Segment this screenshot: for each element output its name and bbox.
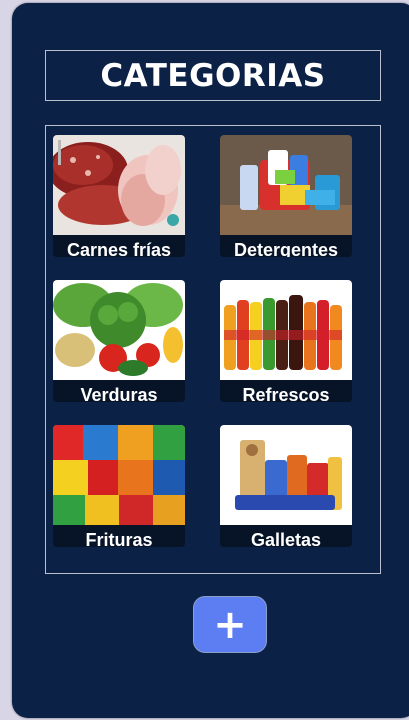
- vegetables-image: [53, 280, 185, 380]
- category-label: Galletas: [220, 525, 352, 547]
- title-box: CATEGORIAS: [45, 50, 381, 101]
- main-panel: CATEGORIAS Carnes frías Detergentes Verd…: [12, 3, 409, 718]
- category-label: Carnes frías: [53, 235, 185, 257]
- category-label: Verduras: [53, 380, 185, 402]
- category-card-detergentes[interactable]: Detergentes: [220, 135, 352, 257]
- category-label: Refrescos: [220, 380, 352, 402]
- cookies-packages-image: [220, 425, 352, 525]
- category-card-galletas[interactable]: Galletas: [220, 425, 352, 547]
- cleaning-products-image: [220, 135, 352, 235]
- categories-grid: Carnes frías Detergentes Verduras Refres…: [45, 125, 381, 574]
- page-title: CATEGORIAS: [100, 57, 326, 94]
- category-card-carnes-frias[interactable]: Carnes frías: [53, 135, 185, 257]
- soda-bottles-image: [220, 280, 352, 380]
- plus-icon: +: [213, 601, 247, 648]
- category-card-refrescos[interactable]: Refrescos: [220, 280, 352, 402]
- category-label: Detergentes: [220, 235, 352, 257]
- category-label: Frituras: [53, 525, 185, 547]
- category-card-frituras[interactable]: Frituras: [53, 425, 185, 547]
- cold-cuts-image: [53, 135, 185, 235]
- category-card-verduras[interactable]: Verduras: [53, 280, 185, 402]
- add-category-button[interactable]: +: [193, 596, 267, 653]
- chips-bags-image: [53, 425, 185, 525]
